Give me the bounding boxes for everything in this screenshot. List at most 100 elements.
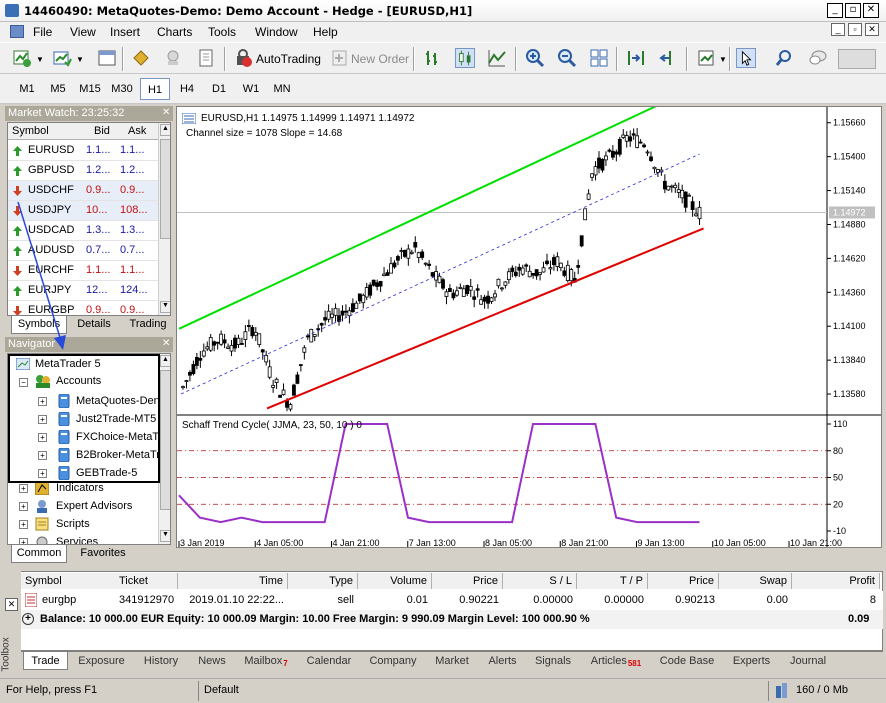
tab-favorites[interactable]: Favorites: [73, 545, 133, 563]
restore-button[interactable]: ▫: [845, 3, 861, 18]
connection-icon[interactable]: [776, 683, 790, 698]
menu-charts[interactable]: Charts: [157, 25, 192, 39]
candle: [240, 343, 244, 345]
tab-company[interactable]: Company: [364, 652, 422, 670]
tf-mn[interactable]: MN: [267, 78, 297, 100]
chevron-down-icon[interactable]: ▼: [76, 55, 84, 64]
trade-col-header[interactable]: Volume: [358, 573, 432, 589]
nav-services[interactable]: Services: [56, 536, 98, 544]
tf-m5[interactable]: M5: [43, 78, 73, 100]
tf-h4[interactable]: H4: [172, 78, 202, 100]
trade-col-header[interactable]: Ticket: [115, 573, 178, 589]
tf-m30[interactable]: M30: [107, 78, 137, 100]
menu-file[interactable]: File: [33, 25, 52, 39]
templates-icon[interactable]: [696, 48, 716, 68]
tf-m1[interactable]: M1: [12, 78, 42, 100]
zoom-out-icon[interactable]: [557, 48, 577, 68]
tab-mailbox[interactable]: Mailbox7: [238, 652, 294, 670]
metaeditor-icon[interactable]: [197, 48, 217, 68]
trade-col-header[interactable]: Swap: [719, 573, 792, 589]
mdi-close-button[interactable]: ✕: [865, 23, 879, 36]
tf-m15[interactable]: M15: [75, 78, 105, 100]
nav-scripts[interactable]: Scripts: [56, 518, 90, 530]
tab-news[interactable]: News: [192, 652, 232, 670]
tf-w1[interactable]: W1: [236, 78, 266, 100]
menu-view[interactable]: View: [70, 25, 96, 39]
trade-col-header[interactable]: Price: [648, 573, 719, 589]
menu-help[interactable]: Help: [313, 25, 338, 39]
zoom-in-icon[interactable]: [525, 48, 545, 68]
tab-trading[interactable]: Trading: [123, 316, 173, 334]
trade-col-header[interactable]: T / P: [577, 573, 648, 589]
tf-h1[interactable]: H1: [140, 78, 170, 100]
search-icon[interactable]: [774, 48, 794, 68]
chart-window-icon[interactable]: [10, 25, 24, 38]
trade-col-header[interactable]: Type: [288, 573, 358, 589]
tab-signals[interactable]: Signals: [530, 652, 576, 670]
profiles-icon[interactable]: [52, 48, 72, 68]
new-order-button[interactable]: New Order: [351, 52, 409, 66]
nav-expert-advisors[interactable]: Expert Advisors: [56, 500, 132, 512]
trade-col-header[interactable]: Price: [432, 573, 503, 589]
chat-icon[interactable]: [808, 48, 828, 68]
tab-journal[interactable]: Journal: [783, 652, 833, 670]
tab-alerts[interactable]: Alerts: [481, 652, 524, 670]
nav-indicators[interactable]: Indicators: [56, 482, 104, 494]
expand-icon[interactable]: +: [19, 502, 28, 511]
tab-history[interactable]: History: [138, 652, 184, 670]
chevron-down-icon[interactable]: ▼: [36, 55, 44, 64]
tab-articles[interactable]: Articles581: [581, 652, 651, 670]
tab-market[interactable]: Market: [428, 652, 476, 670]
candle: [597, 157, 601, 169]
autotrading-button[interactable]: AutoTrading: [256, 52, 321, 66]
trade-col-header[interactable]: Profit: [792, 573, 880, 589]
autoscroll-icon[interactable]: [658, 48, 678, 68]
chevron-down-icon[interactable]: ▼: [719, 55, 727, 64]
menu-tools[interactable]: Tools: [208, 25, 236, 39]
chart-window[interactable]: 1.15660 1.15400 1.15140 1.14880 1.14620 1.143…: [176, 106, 882, 548]
close-icon[interactable]: ✕: [162, 107, 170, 118]
tab-common[interactable]: Common: [11, 545, 67, 563]
expand-icon[interactable]: +: [19, 484, 28, 493]
market-row[interactable]: EURUSD 1.1... 1.1...: [8, 141, 158, 161]
market-icon[interactable]: [131, 48, 151, 68]
close-icon[interactable]: ✕: [5, 598, 18, 611]
trade-col-header[interactable]: S / L: [503, 573, 577, 589]
chart-shift-icon[interactable]: [626, 48, 646, 68]
tab-code-base[interactable]: Code Base: [656, 652, 718, 670]
col-bid[interactable]: Bid: [94, 125, 110, 137]
bar-chart-icon[interactable]: [423, 48, 443, 68]
mdi-minimize-button[interactable]: _: [831, 23, 845, 36]
window-icon[interactable]: [97, 48, 117, 68]
window-title: 14460490: MetaQuotes-Demo: Demo Account …: [24, 4, 473, 18]
scrollbar[interactable]: ▲ ▼: [158, 123, 170, 315]
menu-window[interactable]: Window: [255, 25, 298, 39]
candlesticks-icon[interactable]: [455, 48, 475, 68]
close-button[interactable]: ✕: [863, 3, 879, 18]
close-icon[interactable]: ✕: [162, 338, 170, 349]
cursor-icon[interactable]: [736, 48, 756, 68]
col-ask[interactable]: Ask: [128, 125, 146, 137]
price-chart[interactable]: 1.15660 1.15400 1.15140 1.14880 1.14620 1.143…: [177, 107, 881, 547]
expand-icon[interactable]: +: [19, 538, 28, 544]
search-input[interactable]: [838, 49, 876, 69]
line-chart-icon[interactable]: [487, 48, 507, 68]
tab-experts[interactable]: Experts: [725, 652, 778, 670]
trade-col-header[interactable]: Time: [178, 573, 288, 589]
market-row[interactable]: GBPUSD 1.2... 1.2...: [8, 161, 158, 181]
signals-icon[interactable]: [163, 48, 183, 68]
tab-exposure[interactable]: Exposure: [73, 652, 130, 670]
tab-calendar[interactable]: Calendar: [300, 652, 358, 670]
autotrading-icon[interactable]: [233, 48, 253, 68]
tile-windows-icon[interactable]: [589, 48, 609, 68]
menu-insert[interactable]: Insert: [110, 25, 140, 39]
minimize-button[interactable]: _: [827, 3, 843, 18]
expand-icon[interactable]: +: [19, 520, 28, 529]
tab-details[interactable]: Details: [69, 316, 119, 334]
new-chart-icon[interactable]: [12, 48, 32, 68]
mdi-restore-button[interactable]: ▫: [848, 23, 862, 36]
plus-icon[interactable]: +: [22, 613, 34, 625]
tf-d1[interactable]: D1: [204, 78, 234, 100]
col-symbol[interactable]: Symbol: [12, 125, 49, 137]
tab-trade[interactable]: Trade: [23, 652, 68, 670]
